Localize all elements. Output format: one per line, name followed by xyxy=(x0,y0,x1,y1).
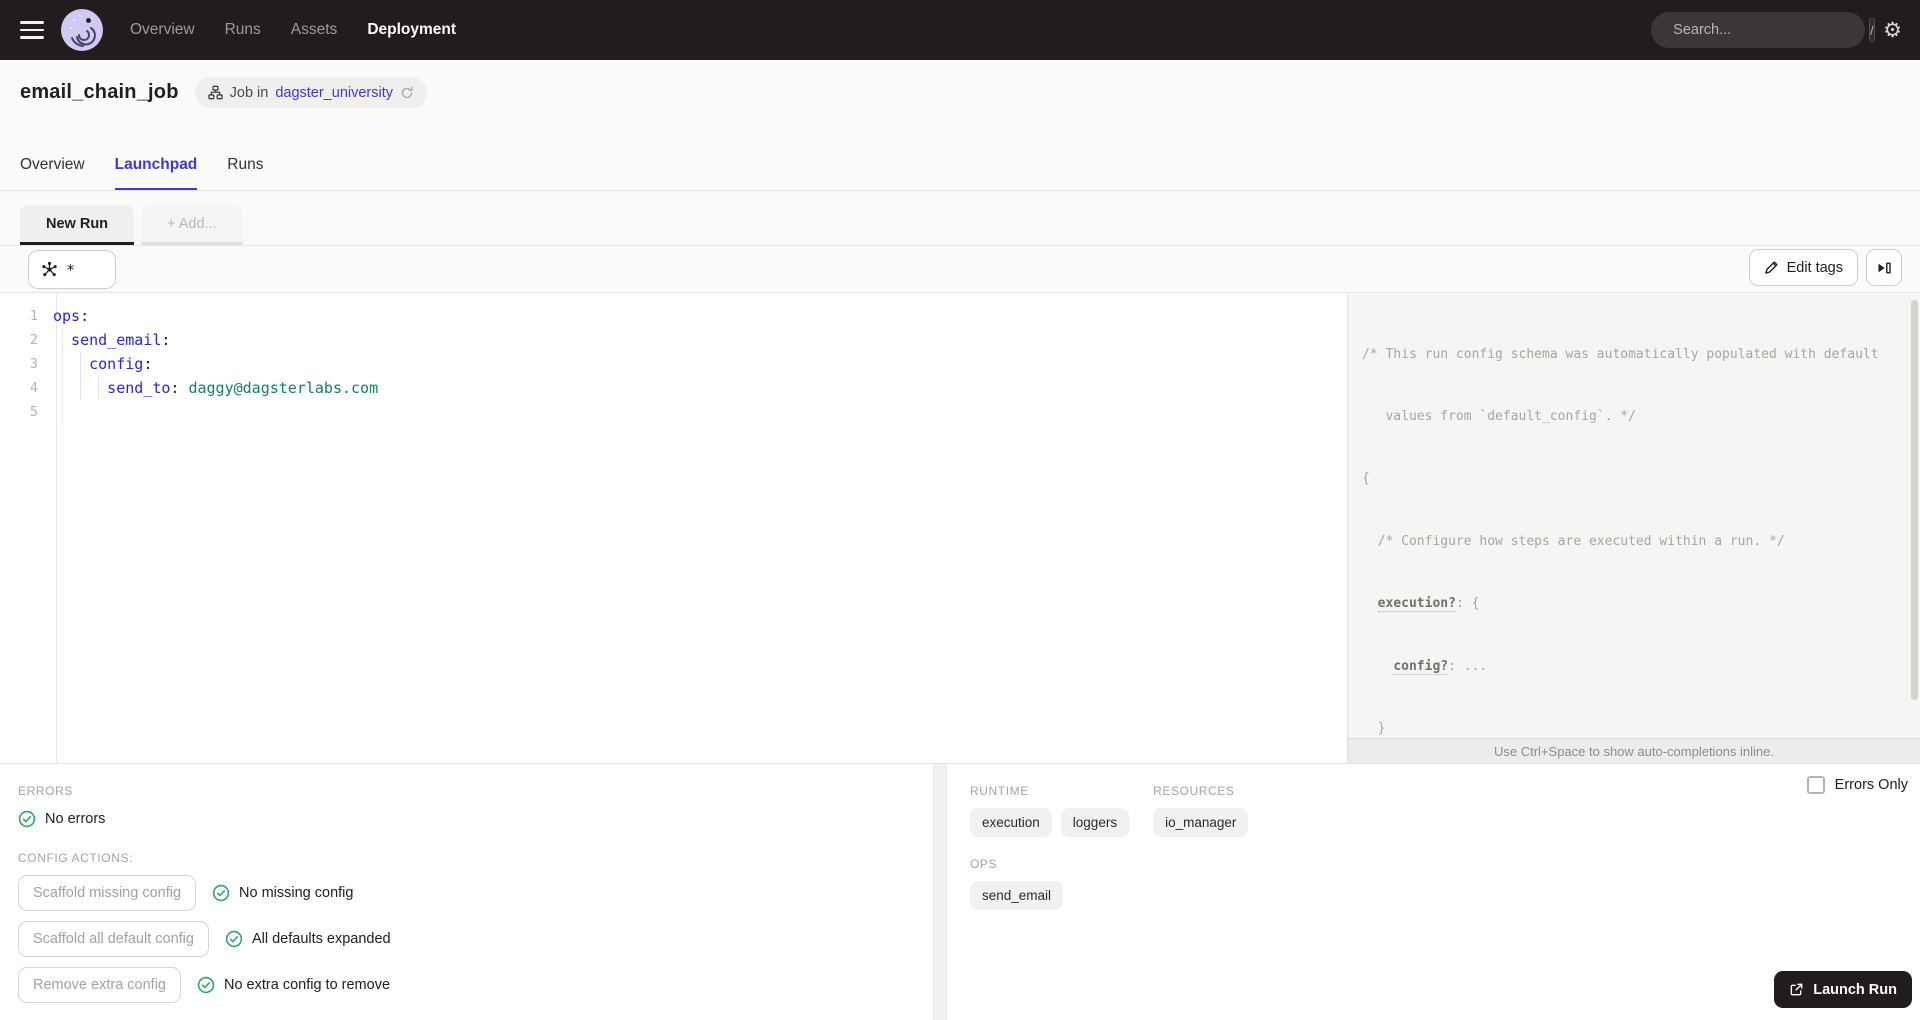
resources-group: RESOURCES io_manager xyxy=(1153,784,1249,837)
launch-icon xyxy=(1790,983,1803,996)
job-location-badge: Job in dagster_university xyxy=(194,77,427,108)
launch-run-label: Launch Run xyxy=(1813,981,1897,998)
tab-overview[interactable]: Overview xyxy=(20,156,85,190)
errors-only-label: Errors Only xyxy=(1834,777,1908,793)
config-action-row: Scaffold all default config All defaults… xyxy=(18,921,933,957)
nav-item-runs[interactable]: Runs xyxy=(225,21,261,39)
op-chip-send-email[interactable]: send_email xyxy=(970,881,1064,910)
split-panel-icon xyxy=(1878,262,1891,274)
runtime-group: RUNTIME execution loggers xyxy=(970,784,1130,837)
remove-extra-config-button[interactable]: Remove extra config xyxy=(18,967,181,1003)
schema-lines: /* This run config schema was automatica… xyxy=(1362,303,1910,738)
op-selector-row: * Edit tags xyxy=(0,246,1920,293)
runtime-chip-loggers[interactable]: loggers xyxy=(1060,808,1130,837)
hamburger-menu-icon[interactable] xyxy=(20,21,44,39)
launchpad-run-tabs: New Run + Add... xyxy=(0,192,1920,246)
run-tab-new-run[interactable]: New Run xyxy=(20,205,135,245)
line-number: 2 xyxy=(29,332,38,348)
check-circle-icon xyxy=(18,810,36,828)
pencil-icon xyxy=(1764,261,1778,274)
panel-splitter[interactable] xyxy=(933,764,947,1020)
nav-links: Overview Runs Assets Deployment xyxy=(130,21,456,39)
config-editor[interactable]: 1 ops: 2 send_email: 3 config: 4 send_to… xyxy=(0,294,1347,763)
errors-status: No errors xyxy=(18,810,933,828)
errors-status-text: No errors xyxy=(45,811,106,827)
code-line[interactable]: 3 config: xyxy=(0,352,1347,376)
job-badge-prefix: Job in xyxy=(229,84,269,101)
job-repo-link[interactable]: dagster_university xyxy=(275,85,393,101)
action-status: All defaults expanded xyxy=(225,930,391,948)
bottom-panel: ERRORS No errors CONFIG ACTIONS: Scaffol… xyxy=(0,763,1920,1020)
resources-label: RESOURCES xyxy=(1153,784,1235,798)
check-circle-icon xyxy=(197,976,215,994)
run-tab-add[interactable]: + Add... xyxy=(141,205,243,245)
search-shortcut-badge: / xyxy=(1869,18,1875,42)
autocomplete-hint: Use Ctrl+Space to show auto-completions … xyxy=(1348,738,1920,763)
tab-runs[interactable]: Runs xyxy=(227,156,263,190)
action-status: No extra config to remove xyxy=(197,976,390,994)
nav-item-assets[interactable]: Assets xyxy=(291,21,338,39)
scaffold-all-default-config-button[interactable]: Scaffold all default config xyxy=(18,921,209,957)
errors-and-actions-section: ERRORS No errors CONFIG ACTIONS: Scaffol… xyxy=(0,764,933,1020)
tab-launchpad[interactable]: Launchpad xyxy=(114,156,197,190)
search-input[interactable] xyxy=(1673,22,1861,38)
line-number: 3 xyxy=(29,356,38,372)
action-status: No missing config xyxy=(212,884,353,902)
check-circle-icon xyxy=(225,930,243,948)
check-circle-icon xyxy=(212,884,230,902)
op-graph-icon xyxy=(42,261,57,277)
page-title: email_chain_job xyxy=(20,81,179,103)
nav-item-overview[interactable]: Overview xyxy=(130,21,195,39)
ops-group: OPS send_email xyxy=(970,857,1920,910)
launch-run-button[interactable]: Launch Run xyxy=(1774,971,1912,1008)
config-actions-label: CONFIG ACTIONS: xyxy=(18,851,134,865)
code-line[interactable]: 1 ops: xyxy=(0,304,1347,328)
runtime-chip-execution[interactable]: execution xyxy=(970,808,1052,837)
nav-item-deployment[interactable]: Deployment xyxy=(367,21,456,39)
errors-only-toggle[interactable]: Errors Only xyxy=(1806,776,1908,794)
code-line[interactable]: 5 xyxy=(0,400,1347,424)
resource-chip-io-manager[interactable]: io_manager xyxy=(1153,808,1249,837)
errors-only-checkbox[interactable] xyxy=(1806,776,1825,794)
config-action-row: Remove extra config No extra config to r… xyxy=(18,967,933,1003)
code-line[interactable]: 2 send_email: xyxy=(0,328,1347,352)
toggle-config-panel-button[interactable] xyxy=(1866,249,1902,286)
ops-label: OPS xyxy=(970,857,998,871)
op-selector-value: * xyxy=(66,260,76,279)
code-line[interactable]: 4 send_to: daggy@dagsterlabs.com xyxy=(0,376,1347,400)
op-selector-input[interactable]: * xyxy=(28,250,116,289)
dagster-logo-icon[interactable] xyxy=(60,8,104,52)
top-nav: Overview Runs Assets Deployment / ⚙ xyxy=(0,0,1920,60)
action-status-text: No missing config xyxy=(239,885,354,901)
settings-gear-icon[interactable]: ⚙ xyxy=(1883,20,1902,41)
config-schema-panel: /* This run config schema was automatica… xyxy=(1347,294,1920,763)
page-header: email_chain_job Job in dagster_universit… xyxy=(0,60,1920,125)
line-number: 4 xyxy=(29,380,38,396)
edit-tags-label: Edit tags xyxy=(1786,259,1843,276)
action-status-text: All defaults expanded xyxy=(251,931,391,947)
line-number: 5 xyxy=(29,404,38,420)
runtime-label: RUNTIME xyxy=(970,784,1029,798)
edit-tags-button[interactable]: Edit tags xyxy=(1748,249,1858,286)
global-search[interactable]: / xyxy=(1651,12,1875,48)
schema-scrollbar[interactable] xyxy=(1911,300,1918,700)
job-graph-icon xyxy=(207,85,223,100)
scaffold-missing-config-button[interactable]: Scaffold missing config xyxy=(18,875,197,911)
errors-label: ERRORS xyxy=(18,784,73,798)
job-tabs: Overview Launchpad Runs xyxy=(0,125,1920,191)
reload-icon[interactable] xyxy=(400,86,414,100)
config-action-row: Scaffold missing config No missing confi… xyxy=(18,875,933,911)
action-status-text: No extra config to remove xyxy=(223,977,391,993)
line-number: 1 xyxy=(29,308,38,324)
